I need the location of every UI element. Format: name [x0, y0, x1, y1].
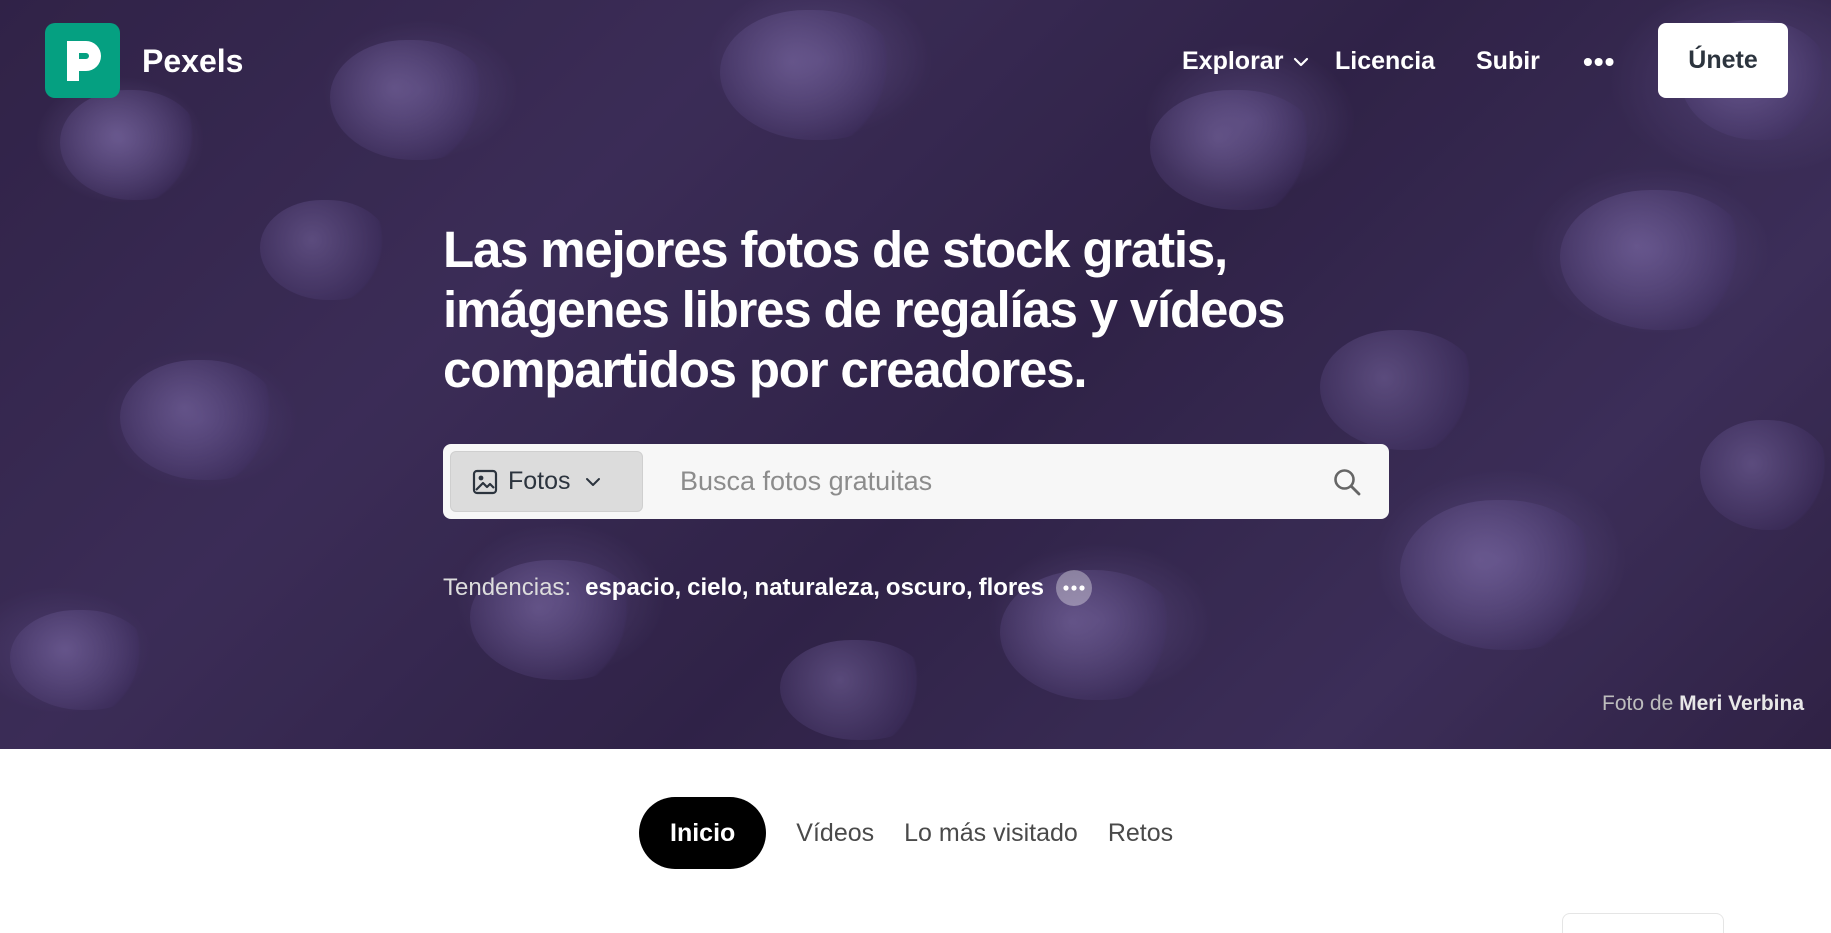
- chevron-down-icon: [585, 477, 600, 486]
- content-tabs: Inicio Vídeos Lo más visitado Retos: [639, 797, 1188, 869]
- trending-link[interactable]: naturaleza: [755, 574, 874, 602]
- more-options-icon[interactable]: •••: [1583, 46, 1615, 78]
- nav-upload-label: Subir: [1476, 47, 1540, 75]
- search-icon[interactable]: [1327, 462, 1367, 502]
- photo-credit: Foto de Meri Verbina: [1602, 692, 1804, 716]
- pexels-logo[interactable]: [45, 23, 120, 98]
- nav-license-link[interactable]: Licencia: [1335, 47, 1435, 76]
- filter-dropdown-partial[interactable]: [1562, 913, 1724, 933]
- hero-headline: Las mejores fotos de stock gratis, imáge…: [443, 221, 1285, 398]
- chevron-down-icon: [1294, 57, 1309, 66]
- photographer-link[interactable]: Meri Verbina: [1679, 692, 1804, 715]
- more-trending-icon[interactable]: [1055, 570, 1092, 606]
- trending-link[interactable]: flores: [979, 574, 1044, 602]
- pexels-logo-icon: [66, 40, 101, 81]
- trending-searches: Tendencias: espacio, cielo, naturaleza, …: [443, 570, 1092, 606]
- trending-label: Tendencias:: [443, 574, 572, 601]
- top-navigation: Pexels Explorar Licencia Subir ••• Únete: [0, 0, 1831, 122]
- join-button[interactable]: Únete: [1658, 23, 1788, 98]
- separator: ,: [873, 574, 880, 601]
- separator: ,: [741, 574, 749, 601]
- nav-license-label: Licencia: [1335, 47, 1436, 75]
- tab-challenges[interactable]: Retos: [1093, 797, 1188, 869]
- brand-name[interactable]: Pexels: [142, 43, 243, 80]
- separator: ,: [965, 574, 973, 601]
- image-icon: [472, 469, 498, 494]
- trending-link[interactable]: oscuro: [886, 574, 966, 602]
- tab-home[interactable]: Inicio: [639, 797, 767, 869]
- separator: ,: [674, 574, 682, 601]
- trending-link[interactable]: cielo: [687, 574, 742, 602]
- tab-videos[interactable]: Vídeos: [781, 797, 889, 869]
- nav-explore-menu[interactable]: Explorar: [1182, 47, 1309, 76]
- search-type-dropdown[interactable]: Fotos: [450, 451, 643, 512]
- search-bar: Fotos: [443, 444, 1389, 519]
- nav-upload-link[interactable]: Subir: [1476, 47, 1540, 76]
- search-type-label: Fotos: [508, 467, 571, 495]
- search-input[interactable]: [680, 458, 1320, 505]
- nav-explore-label: Explorar: [1182, 47, 1284, 75]
- photo-credit-prefix: Foto de: [1602, 692, 1674, 715]
- trending-link[interactable]: espacio: [585, 574, 674, 602]
- tab-most-visited[interactable]: Lo más visitado: [889, 797, 1093, 869]
